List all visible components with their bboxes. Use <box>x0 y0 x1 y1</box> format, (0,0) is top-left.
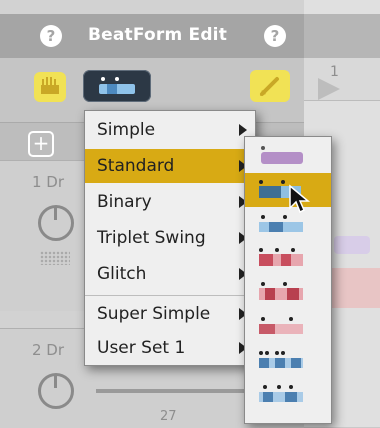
value-readout: 27 <box>160 409 177 424</box>
submenu-arrow-icon <box>239 124 247 136</box>
preset-category-menu: Simple Standard Binary Triplet Swing Gli… <box>84 110 256 366</box>
clip-block[interactable] <box>334 236 370 254</box>
add-track-button[interactable]: + <box>28 131 54 157</box>
editor-header: ? BeatForm Edit ? <box>0 14 304 58</box>
preset-item[interactable] <box>245 377 331 411</box>
lavender-preset-icon <box>261 146 303 164</box>
volume-knob[interactable] <box>38 373 74 409</box>
preset-item[interactable] <box>245 275 331 309</box>
help-icon[interactable]: ? <box>40 25 62 47</box>
menu-item-simple[interactable]: Simple <box>85 113 255 147</box>
preset-menu-button[interactable] <box>83 70 151 102</box>
menu-divider <box>85 295 255 296</box>
menu-item-triplet-swing[interactable]: Triplet Swing <box>85 221 255 255</box>
window-title: BeatForm Edit <box>88 25 228 45</box>
mouse-pointer-icon <box>289 184 311 214</box>
red-preset-icon-3 <box>259 317 303 334</box>
dotted-indicator <box>40 251 70 265</box>
preset-item[interactable] <box>245 309 331 343</box>
menu-item-binary[interactable]: Binary <box>85 185 255 219</box>
edit-pencil-button[interactable] <box>250 70 290 102</box>
red-preset-icon-2 <box>259 282 303 300</box>
preset-item[interactable] <box>245 241 331 275</box>
menu-item-user-set-1[interactable]: User Set 1 <box>85 331 255 365</box>
preset-pattern-icon <box>99 77 135 94</box>
help-icon[interactable]: ? <box>264 25 286 47</box>
drum-pad-icon <box>41 77 59 94</box>
level-bar <box>96 389 246 393</box>
blue-triplet-preset-icon-2 <box>259 385 303 402</box>
volume-knob[interactable] <box>38 205 74 241</box>
menu-item-standard[interactable]: Standard <box>85 149 255 183</box>
preset-item[interactable] <box>245 139 331 173</box>
track-name: 1 Dr <box>32 173 65 191</box>
red-preset-icon <box>259 248 303 266</box>
pencil-icon <box>260 77 279 96</box>
track-name: 2 Dr <box>32 341 65 359</box>
ruler-header <box>304 14 380 58</box>
blue-triplet-preset-icon <box>259 351 303 368</box>
preset-item[interactable] <box>245 343 331 377</box>
menu-item-super-simple[interactable]: Super Simple <box>85 297 255 331</box>
grid-toggle-button[interactable] <box>34 72 66 102</box>
preset-submenu <box>244 136 332 424</box>
menu-item-glitch[interactable]: Glitch <box>85 257 255 291</box>
timeline-ruler[interactable]: 1 <box>304 58 380 101</box>
playhead-marker[interactable] <box>318 78 340 100</box>
